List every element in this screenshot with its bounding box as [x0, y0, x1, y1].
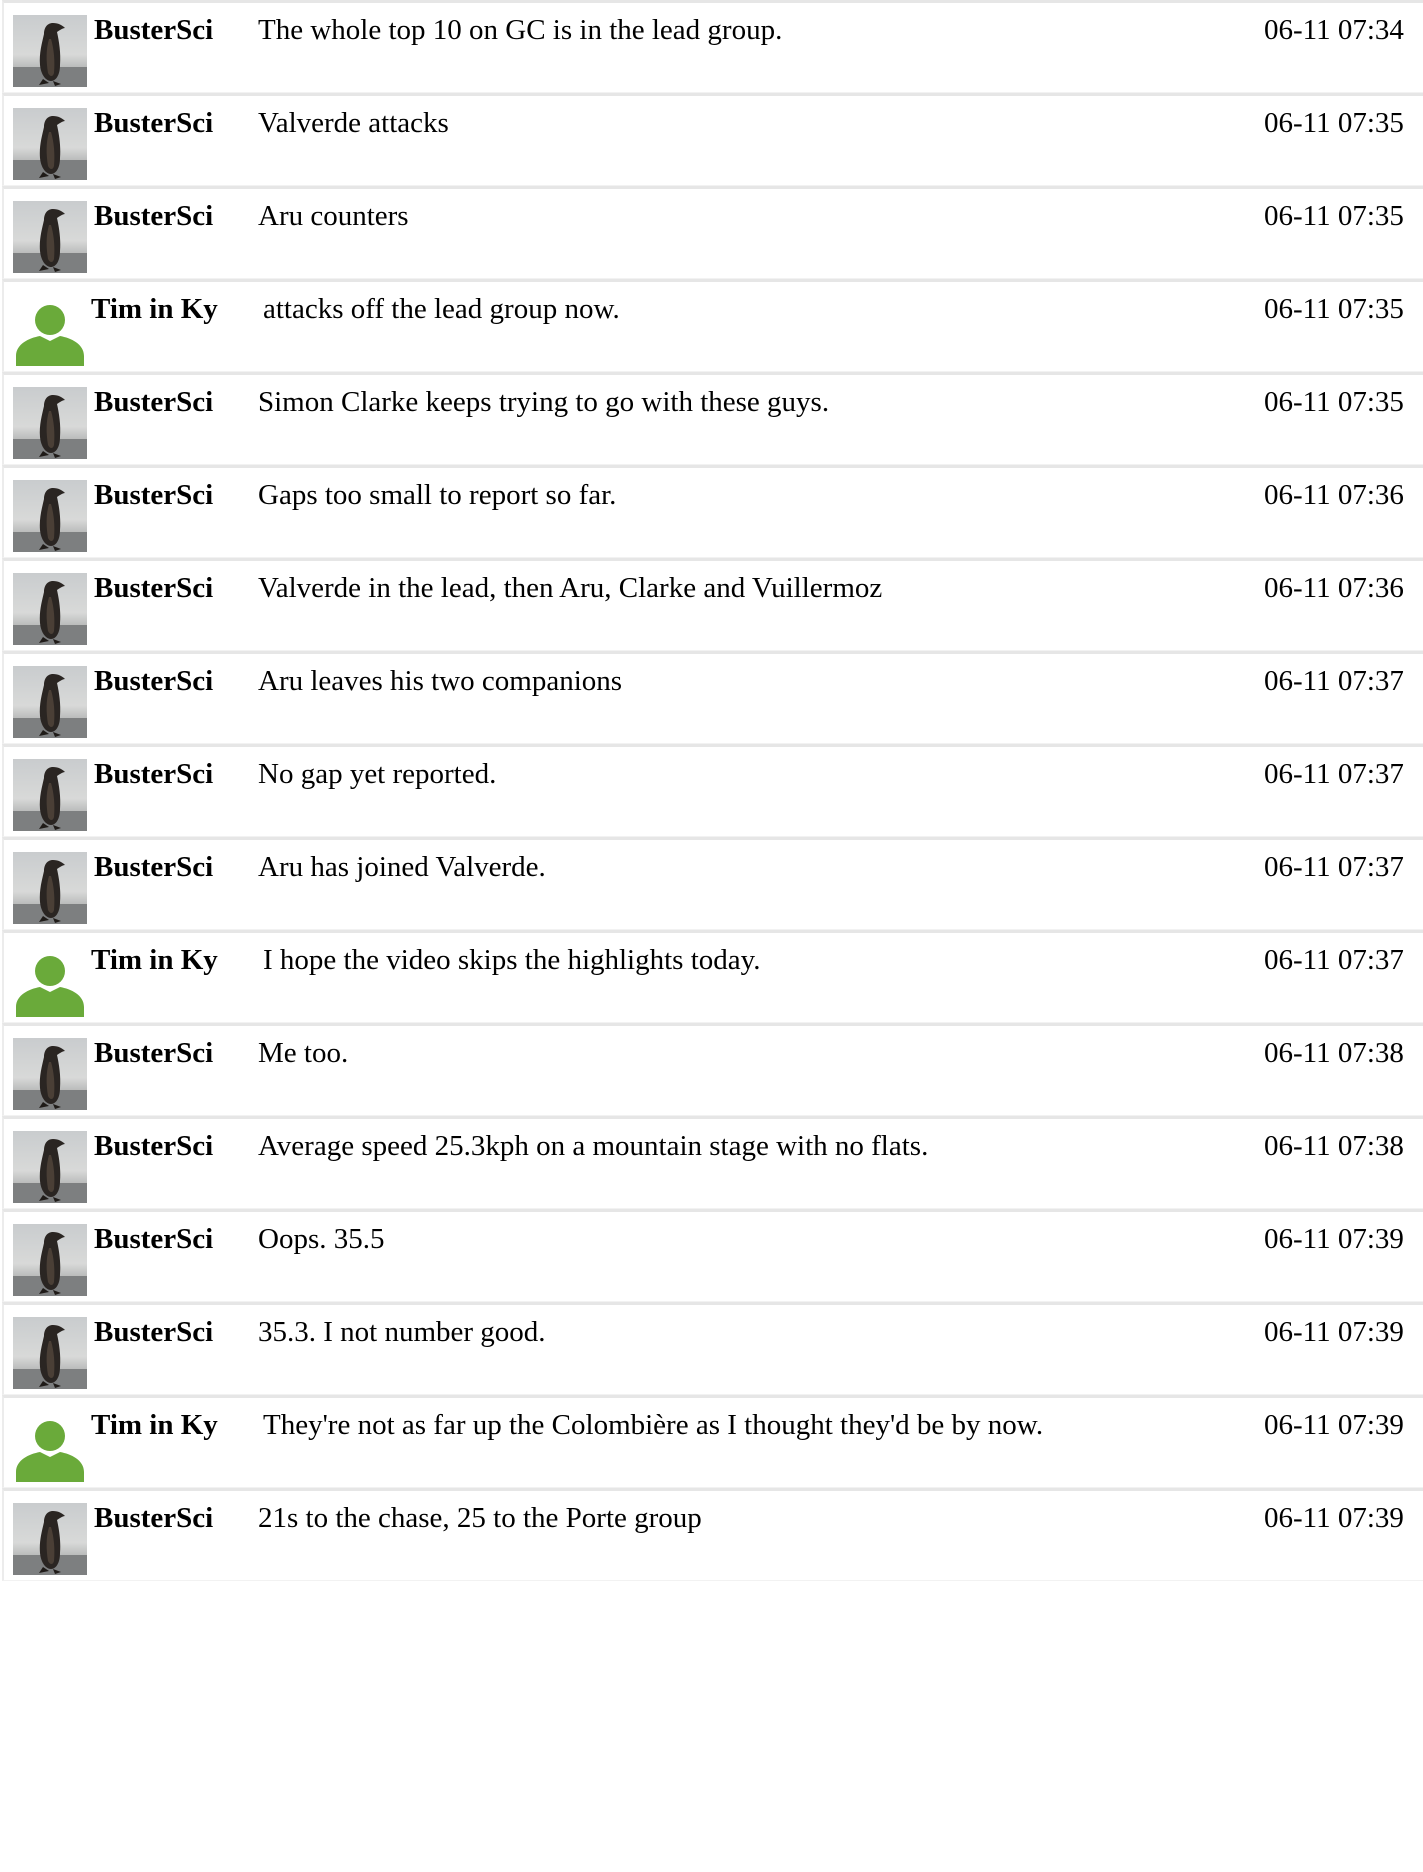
message-username[interactable]: BusterSci: [94, 13, 213, 47]
penguin-avatar[interactable]: [13, 1038, 87, 1110]
penguin-avatar[interactable]: [13, 108, 87, 180]
message-timestamp: 06-11 07:38: [1264, 1037, 1404, 1069]
penguin-avatar[interactable]: [13, 1224, 87, 1296]
chat-message: BusterSci Simon Clarke keeps trying to g…: [2, 372, 1423, 465]
message-timestamp: 06-11 07:39: [1264, 1409, 1404, 1441]
message-text: Valverde attacks: [258, 107, 449, 139]
message-username[interactable]: BusterSci: [94, 1222, 213, 1256]
default-user-avatar[interactable]: [13, 945, 87, 1017]
chat-message: BusterSci Valverde attacks 06-11 07:35: [2, 93, 1423, 186]
message-timestamp: 06-11 07:35: [1264, 107, 1404, 139]
chat-message: Tim in Ky attacks off the lead group now…: [2, 279, 1423, 372]
message-username[interactable]: BusterSci: [94, 571, 213, 605]
chat-message: BusterSci Aru leaves his two companions …: [2, 651, 1423, 744]
message-timestamp: 06-11 07:36: [1264, 572, 1404, 604]
penguin-avatar[interactable]: [13, 852, 87, 924]
message-text: No gap yet reported.: [258, 758, 497, 790]
penguin-avatar[interactable]: [13, 759, 87, 831]
message-text: attacks off the lead group now.: [263, 293, 620, 325]
message-username[interactable]: BusterSci: [94, 1129, 213, 1163]
message-text: Average speed 25.3kph on a mountain stag…: [258, 1130, 929, 1162]
chat-message: BusterSci 35.3. I not number good. 06-11…: [2, 1302, 1423, 1395]
message-username[interactable]: BusterSci: [94, 478, 213, 512]
chat-message: BusterSci Gaps too small to report so fa…: [2, 465, 1423, 558]
message-username[interactable]: BusterSci: [94, 385, 213, 419]
chat-message: BusterSci Valverde in the lead, then Aru…: [2, 558, 1423, 651]
message-timestamp: 06-11 07:38: [1264, 1130, 1404, 1162]
message-timestamp: 06-11 07:37: [1264, 758, 1404, 790]
message-timestamp: 06-11 07:37: [1264, 665, 1404, 697]
message-timestamp: 06-11 07:37: [1264, 944, 1404, 976]
message-username[interactable]: BusterSci: [94, 1315, 213, 1349]
penguin-avatar[interactable]: [13, 387, 87, 459]
message-text: 21s to the chase, 25 to the Porte group: [258, 1502, 702, 1534]
penguin-avatar[interactable]: [13, 201, 87, 273]
default-user-avatar[interactable]: [13, 1410, 87, 1482]
message-username[interactable]: BusterSci: [94, 664, 213, 698]
chat-message: BusterSci 21s to the chase, 25 to the Po…: [2, 1488, 1423, 1581]
penguin-avatar[interactable]: [13, 666, 87, 738]
chat-message: BusterSci The whole top 10 on GC is in t…: [2, 0, 1423, 93]
message-text: Simon Clarke keeps trying to go with the…: [258, 386, 830, 418]
message-timestamp: 06-11 07:36: [1264, 479, 1404, 511]
message-text: Aru has joined Valverde.: [258, 851, 546, 883]
message-timestamp: 06-11 07:35: [1264, 293, 1404, 325]
chat-message-list: BusterSci The whole top 10 on GC is in t…: [0, 0, 1423, 1581]
message-text: Valverde in the lead, then Aru, Clarke a…: [258, 572, 883, 604]
message-timestamp: 06-11 07:39: [1264, 1502, 1404, 1534]
message-timestamp: 06-11 07:37: [1264, 851, 1404, 883]
message-text: Aru counters: [258, 200, 409, 232]
message-username[interactable]: Tim in Ky: [91, 292, 218, 326]
default-user-avatar[interactable]: [13, 294, 87, 366]
penguin-avatar[interactable]: [13, 1317, 87, 1389]
message-text: Oops. 35.5: [258, 1223, 385, 1255]
message-text: They're not as far up the Colombière as …: [263, 1409, 1044, 1441]
chat-message: BusterSci Oops. 35.5 06-11 07:39: [2, 1209, 1423, 1302]
message-username[interactable]: BusterSci: [94, 1501, 213, 1535]
penguin-avatar[interactable]: [13, 1503, 87, 1575]
message-username[interactable]: Tim in Ky: [91, 1408, 218, 1442]
message-username[interactable]: BusterSci: [94, 757, 213, 791]
chat-message: Tim in Ky They're not as far up the Colo…: [2, 1395, 1423, 1488]
message-text: Aru leaves his two companions: [258, 665, 623, 697]
message-timestamp: 06-11 07:39: [1264, 1316, 1404, 1348]
message-text: Me too.: [258, 1037, 349, 1069]
message-timestamp: 06-11 07:34: [1264, 14, 1404, 46]
chat-message: BusterSci Average speed 25.3kph on a mou…: [2, 1116, 1423, 1209]
chat-message: Tim in Ky I hope the video skips the hig…: [2, 930, 1423, 1023]
message-text: 35.3. I not number good.: [258, 1316, 546, 1348]
message-text: I hope the video skips the highlights to…: [263, 944, 761, 976]
penguin-avatar[interactable]: [13, 15, 87, 87]
message-timestamp: 06-11 07:35: [1264, 386, 1404, 418]
message-text: Gaps too small to report so far.: [258, 479, 617, 511]
message-timestamp: 06-11 07:35: [1264, 200, 1404, 232]
message-username[interactable]: BusterSci: [94, 850, 213, 884]
chat-message: BusterSci No gap yet reported. 06-11 07:…: [2, 744, 1423, 837]
message-text: The whole top 10 on GC is in the lead gr…: [258, 14, 783, 46]
message-timestamp: 06-11 07:39: [1264, 1223, 1404, 1255]
message-username[interactable]: Tim in Ky: [91, 943, 218, 977]
chat-message: BusterSci Aru has joined Valverde. 06-11…: [2, 837, 1423, 930]
chat-message: BusterSci Aru counters 06-11 07:35: [2, 186, 1423, 279]
penguin-avatar[interactable]: [13, 573, 87, 645]
penguin-avatar[interactable]: [13, 480, 87, 552]
message-username[interactable]: BusterSci: [94, 106, 213, 140]
chat-message: BusterSci Me too. 06-11 07:38: [2, 1023, 1423, 1116]
message-username[interactable]: BusterSci: [94, 199, 213, 233]
message-username[interactable]: BusterSci: [94, 1036, 213, 1070]
penguin-avatar[interactable]: [13, 1131, 87, 1203]
